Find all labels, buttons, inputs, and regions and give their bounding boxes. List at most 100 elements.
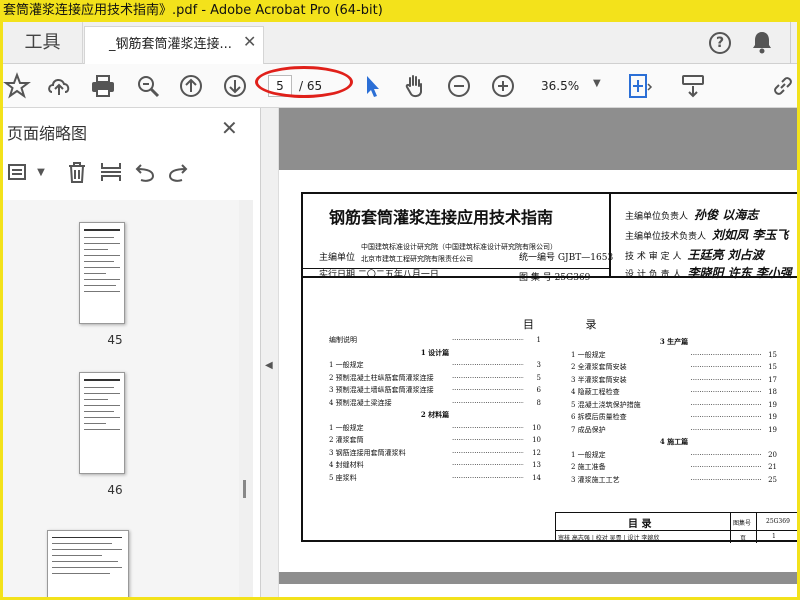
zoom-search-icon[interactable]: [134, 72, 162, 100]
toc-leader: ········································…: [690, 350, 760, 359]
divider: [556, 530, 797, 531]
signature: 王廷亮 刘占波: [687, 248, 764, 262]
thumbnail-list[interactable]: 45 46: [3, 200, 239, 597]
collapse-arrow-icon[interactable]: ◀: [265, 360, 273, 371]
toc-page-number: 19: [768, 413, 777, 421]
redo-icon[interactable]: [166, 160, 190, 184]
toc-entry: 5 座浆料 ···································…: [329, 472, 541, 485]
toc-entry-text: 4 封缝材料: [329, 461, 364, 469]
impl-date: 实行日期 二〇二五年八月一日: [319, 270, 439, 280]
thumbnail-label: 46: [107, 483, 123, 497]
role-label: 主编单位技术负责人: [625, 232, 707, 242]
undo-icon[interactable]: [133, 160, 157, 184]
next-page-edge: [279, 584, 797, 597]
toc-entry-text: 1 一般规定: [571, 350, 606, 359]
options-icon[interactable]: [7, 160, 31, 184]
footer-page-label: 页: [740, 535, 747, 542]
toc-leader: ········································…: [451, 336, 524, 344]
thumbnail-page-46[interactable]: [79, 372, 125, 474]
footer-title: 目 录: [628, 519, 652, 530]
keyboard-icon[interactable]: [679, 72, 707, 100]
zoom-in-icon[interactable]: [489, 72, 517, 100]
zoom-out-icon[interactable]: [445, 72, 473, 100]
toc-entry-text: 1 一般规定: [329, 361, 364, 369]
toc-entry: 7 成品保护 ··································…: [571, 424, 777, 437]
help-icon[interactable]: ?: [709, 32, 731, 54]
toc-entry-text: 7 成品保护: [571, 425, 606, 434]
toc-entry: 2 预制混凝土柱纵筋套筒灌浆连接 ························…: [329, 372, 541, 385]
tab-tools[interactable]: 工具: [3, 22, 83, 64]
page-up-icon[interactable]: [177, 72, 205, 100]
thumbnail-page-next[interactable]: [47, 530, 129, 597]
insert-page-icon[interactable]: [99, 160, 123, 184]
toc-page-number: 10: [532, 423, 541, 432]
footer-atlas-label: 图集号: [733, 520, 752, 527]
window-title: 套筒灌浆连接应用技术指南》.pdf - Adobe Acrobat Pro (6…: [3, 3, 383, 18]
divider: [303, 268, 609, 269]
toc-entry-text: 1 一般规定: [329, 423, 364, 432]
options-chevron-icon[interactable]: ▼: [29, 160, 53, 184]
window-edge: [790, 22, 797, 64]
toc-entry-text: 2 灌浆套筒: [329, 436, 364, 444]
document-view[interactable]: 钢筋套筒灌浆连接应用技术指南 主编单位 中国建筑标准设计研究院（中国建筑标准设计…: [279, 108, 797, 597]
toc-leader: ········································…: [690, 450, 760, 459]
toc-leader: ········································…: [690, 388, 760, 396]
fit-page-icon[interactable]: [625, 72, 653, 100]
toc-entry: 2 全灌浆套筒安装 ·······························…: [571, 361, 777, 374]
toc-page-number: 5: [536, 373, 541, 382]
toc-right-column: 3 生产篇 1 一般规定 ·····························…: [571, 336, 777, 486]
toc-leader: ········································…: [690, 463, 760, 471]
toc-entry-text: 2 施工准备: [571, 463, 606, 471]
panel-splitter[interactable]: ◀: [261, 108, 279, 597]
toc-page-number: 19: [768, 425, 777, 434]
toc-entry: 3 钢筋连接用套筒灌浆料 ····························…: [329, 447, 541, 460]
toc-leader: ········································…: [451, 448, 524, 457]
toc-entry: 1 一般规定 ··································…: [329, 422, 541, 435]
toc-entry-text: 5 座浆料: [329, 473, 357, 482]
toc-section: 2 材料篇: [329, 409, 541, 422]
close-tab-icon[interactable]: ✕: [243, 32, 256, 51]
toc-entry: 4 预制混凝土梁连接 ······························…: [329, 397, 541, 410]
toc-entry: 3 预制混凝土墙纵筋套筒灌浆连接 ························…: [329, 384, 541, 397]
toc-entry: 2 灌浆套筒 ··································…: [329, 434, 541, 447]
delete-icon[interactable]: [65, 160, 89, 184]
toc-page-number: 20: [768, 450, 777, 459]
toc-page-number: 6: [536, 386, 541, 394]
thumbnail-panel: 页面缩略图 ✕ ▼ 45 46: [3, 108, 261, 597]
toc-left-column: 编制说明 ····································…: [329, 334, 541, 484]
title-bar: 套筒灌浆连接应用技术指南》.pdf - Adobe Acrobat Pro (6…: [3, 0, 797, 22]
toc-page-number: 8: [536, 398, 541, 407]
footer-page-value: 1: [772, 533, 776, 540]
toc-leader: ········································…: [690, 425, 760, 434]
tab-document[interactable]: _钢筋套筒灌浆连接...: [84, 26, 264, 64]
toc-page-number: 1: [536, 336, 541, 344]
page-down-icon[interactable]: [221, 72, 249, 100]
cloud-upload-icon[interactable]: [45, 72, 73, 100]
thumbnail-page-45[interactable]: [79, 222, 125, 324]
select-cursor-icon[interactable]: [358, 72, 386, 100]
toc-entry-text: 2 材料篇: [420, 410, 450, 419]
close-panel-icon[interactable]: ✕: [221, 116, 238, 140]
scroll-thumb[interactable]: [243, 480, 246, 498]
thumbnail-scrollbar[interactable]: [239, 200, 253, 597]
printer-icon[interactable]: [89, 72, 117, 100]
star-icon[interactable]: [3, 72, 31, 100]
tab-document-label: _钢筋套筒灌浆连接...: [109, 37, 232, 52]
toc-entry: 2 施工准备 ··································…: [571, 461, 777, 474]
hand-icon[interactable]: [401, 72, 429, 100]
toc-leader: ········································…: [690, 375, 760, 384]
toc-entry: 5 混凝土浇筑保护措施 ·····························…: [571, 399, 777, 412]
toc-entry-text: 1 设计篇: [420, 347, 450, 357]
role-label: 设 计 负 责 人: [625, 270, 682, 280]
panel-toolbar: ▼: [3, 154, 261, 188]
thumbnail-label: 45: [107, 333, 123, 347]
drawing-frame: 钢筋套筒灌浆连接应用技术指南 主编单位 中国建筑标准设计研究院（中国建筑标准设计…: [301, 192, 797, 543]
toc-entry-text: 3 半灌浆套筒安装: [571, 375, 627, 384]
toc-entry-text: 2 预制混凝土柱纵筋套筒灌浆连接: [329, 373, 434, 382]
bell-icon[interactable]: [751, 30, 773, 54]
toc-page-number: 17: [768, 375, 777, 384]
link-icon[interactable]: [769, 72, 797, 100]
chevron-down-icon[interactable]: ▼: [593, 78, 601, 89]
toc-leader: ········································…: [451, 361, 524, 369]
toc-entry-text: 3 生产篇: [659, 337, 689, 346]
